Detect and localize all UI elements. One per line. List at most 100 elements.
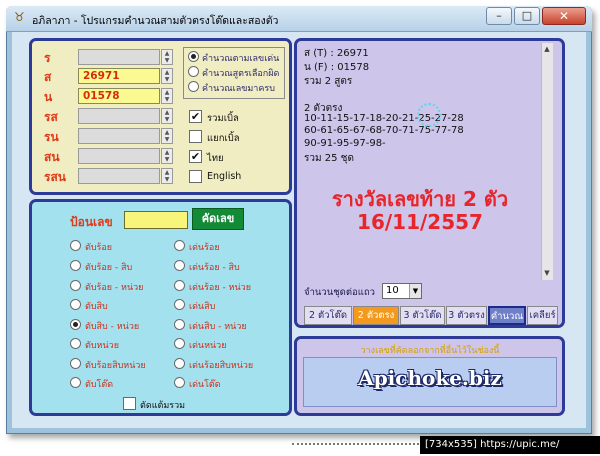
- tab-3-straight[interactable]: 3 ตัวตรง: [446, 306, 487, 325]
- field-n-stepper[interactable]: ▲ ▼: [161, 88, 173, 104]
- result-line: น (F) : 01578: [304, 62, 370, 73]
- leading-label-hundreds-units: เด่นร้อย - หน่วย: [189, 283, 251, 293]
- field-label-rs: รส: [44, 110, 58, 124]
- rows-per-line-value: 10: [386, 285, 399, 296]
- field-label-sn: สน: [44, 150, 60, 164]
- result-line: 60-61-65-67-68-70-71-75-77-78: [304, 125, 464, 136]
- maximize-button[interactable]: □: [514, 7, 540, 25]
- paste-title: วางเลขที่คัดลอกจากที่อื่นไว้ในช่องนี้: [360, 346, 500, 356]
- cut-remainder-checkbox[interactable]: [123, 397, 136, 410]
- tab-3-tod[interactable]: 3 ตัวโต๊ด: [400, 306, 445, 325]
- apichoke-watermark: Apichoke.biz: [358, 366, 502, 390]
- results-text[interactable]: ส (T) : 26971 น (F) : 01578 รวม 2 สูตร 2…: [300, 43, 552, 280]
- split-double-checkbox[interactable]: [189, 130, 202, 143]
- field-label-n: น: [44, 90, 53, 104]
- position-label-tod: ตับโต๊ด: [85, 380, 114, 390]
- leading-label-all: เด่นร้อยสิบหน่วย: [189, 361, 254, 371]
- scroll-down-icon[interactable]: ▼: [542, 268, 552, 278]
- footer-divider: [292, 443, 419, 445]
- english-checkbox[interactable]: [189, 170, 202, 183]
- position-radio-tens[interactable]: [70, 299, 81, 310]
- field-rn-stepper[interactable]: ▲ ▼: [161, 128, 173, 144]
- field-rn-input[interactable]: [78, 128, 160, 144]
- results-scrollbar[interactable]: ▲ ▼: [541, 43, 553, 280]
- leading-label-units: เด่นหน่วย: [189, 341, 227, 351]
- leading-radio-tens-units[interactable]: [174, 319, 185, 330]
- leading-radio-hundreds[interactable]: [174, 240, 185, 251]
- position-radio-tens-units[interactable]: [70, 319, 81, 330]
- position-label-tens-units: ตับสิบ - หน่วย: [85, 322, 140, 332]
- result-line: 90-91-95-97-98-: [304, 138, 386, 149]
- calc-mode-radio-1[interactable]: [188, 51, 199, 62]
- position-radio-hundreds-tens[interactable]: [70, 260, 81, 271]
- combine-double-label: รวมเบิ้ล: [207, 113, 239, 124]
- calc-mode-radio-2[interactable]: [188, 66, 199, 77]
- image-host-url[interactable]: https://upic.me/: [480, 439, 559, 450]
- leading-label-tens-units: เด่นสิบ - หน่วย: [189, 322, 247, 332]
- enter-number-input[interactable]: [124, 211, 188, 229]
- window-title: อภิลาภา - โปรแกรมคำนวณสามตัวตรงโต๊ดและสอ…: [32, 15, 279, 27]
- position-label-all: ตับร้อยสิบหน่วย: [85, 361, 146, 371]
- enter-number-label: ป้อนเลข: [70, 215, 113, 229]
- position-radio-hundreds[interactable]: [70, 240, 81, 251]
- field-rs-input[interactable]: [78, 108, 160, 124]
- close-button[interactable]: ✕: [542, 7, 586, 25]
- position-radio-units[interactable]: [70, 338, 81, 349]
- loading-cursor-icon: [417, 103, 441, 127]
- field-r-input[interactable]: [78, 49, 160, 65]
- position-radio-hundreds-units[interactable]: [70, 280, 81, 291]
- position-radio-all[interactable]: [70, 358, 81, 369]
- field-rs-stepper[interactable]: ▲ ▼: [161, 108, 173, 124]
- combine-double-checkbox[interactable]: ✔: [189, 110, 202, 123]
- thai-label: ไทย: [207, 153, 224, 164]
- filter-numbers-button[interactable]: คัดเลข: [192, 208, 244, 230]
- position-label-hundreds-tens: ตับร้อย - สิบ: [85, 263, 133, 273]
- cut-remainder-label: ตัดแต้มรวม: [140, 401, 186, 411]
- field-label-r: ร: [44, 51, 51, 65]
- thai-checkbox[interactable]: ✔: [189, 150, 202, 163]
- app-icon: ♉: [14, 10, 25, 24]
- rows-per-line-label: จำนวนชุดต่อแถว: [304, 287, 375, 298]
- leading-radio-hundreds-units[interactable]: [174, 280, 185, 291]
- field-s-input[interactable]: 26971: [78, 68, 160, 84]
- calc-mode-label-1: คำนวณตามเลขเด่น: [202, 54, 280, 64]
- chevron-down-icon: ▼: [409, 284, 421, 298]
- rows-per-line-select[interactable]: 10 ▼: [382, 283, 422, 299]
- field-rsn-stepper[interactable]: ▲ ▼: [161, 168, 173, 184]
- field-sn-stepper[interactable]: ▲ ▼: [161, 148, 173, 164]
- field-s-stepper[interactable]: ▲ ▼: [161, 68, 173, 84]
- tab-2-tod[interactable]: 2 ตัวโต๊ด: [304, 306, 352, 325]
- field-label-s: ส: [44, 70, 52, 84]
- position-label-hundreds-units: ตับร้อย - หน่วย: [85, 283, 144, 293]
- field-r-stepper[interactable]: ▲ ▼: [161, 49, 173, 65]
- calc-mode-radio-3[interactable]: [188, 81, 199, 92]
- scroll-up-icon[interactable]: ▲: [542, 44, 552, 54]
- number-entry-panel: [29, 199, 292, 416]
- position-label-tens: ตับสิบ: [85, 302, 108, 312]
- leading-radio-tens[interactable]: [174, 299, 185, 310]
- leading-radio-tod[interactable]: [174, 377, 185, 388]
- clear-button[interactable]: เคลียร์: [527, 306, 558, 325]
- field-rsn-input[interactable]: [78, 168, 160, 184]
- leading-label-hundreds: เด่นร้อย: [189, 243, 220, 253]
- field-n-input[interactable]: 01578: [78, 88, 160, 104]
- minimize-button[interactable]: –: [486, 7, 512, 25]
- position-label-hundreds: ตับร้อย: [85, 243, 113, 253]
- calculate-button[interactable]: คำนวณ: [488, 306, 526, 325]
- leading-radio-hundreds-tens[interactable]: [174, 260, 185, 271]
- field-label-rn: รน: [44, 130, 59, 144]
- leading-radio-units[interactable]: [174, 338, 185, 349]
- image-size-text: [734x535]: [425, 439, 477, 450]
- result-line: รวม 2 สูตร: [304, 76, 353, 87]
- position-label-units: ตับหน่วย: [85, 341, 119, 351]
- field-sn-input[interactable]: [78, 148, 160, 164]
- split-double-label: แยกเบิ้ล: [207, 133, 240, 144]
- leading-label-tod: เด่นโต๊ด: [189, 380, 221, 390]
- result-line: รวม 25 ชุด: [304, 153, 354, 164]
- position-radio-tod[interactable]: [70, 377, 81, 388]
- leading-label-tens: เด่นสิบ: [189, 302, 216, 312]
- leading-radio-all[interactable]: [174, 358, 185, 369]
- tab-2-straight[interactable]: 2 ตัวตรง: [353, 306, 399, 325]
- calc-mode-label-3: คำนวณเลขมาครบ: [202, 84, 275, 94]
- result-line: ส (T) : 26971: [304, 48, 369, 59]
